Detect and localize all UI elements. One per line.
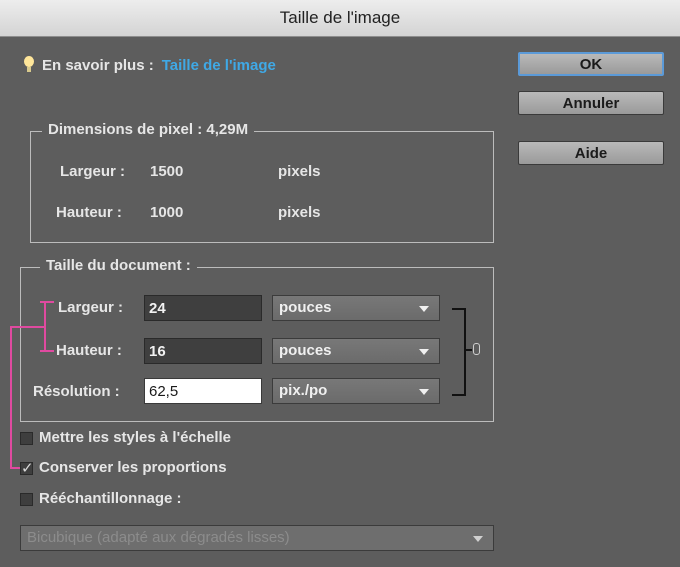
scale-styles-label: Mettre les styles à l'échelle	[39, 429, 232, 446]
document-width-unit-select[interactable]: pouces	[272, 295, 440, 321]
pixel-width-value: 1500	[150, 163, 184, 180]
document-size-legend: Taille du document :	[40, 257, 197, 274]
pixel-dimensions-size: 4,29M	[206, 121, 249, 138]
learn-more-hint: En savoir plus : Taille de l'image	[24, 56, 276, 74]
window-title-bar: Taille de l'image	[0, 0, 680, 37]
chevron-down-icon	[473, 536, 483, 542]
resolution-label: Résolution :	[33, 383, 120, 400]
pixel-width-label: Largeur :	[60, 163, 126, 180]
annotation-line-end	[10, 467, 20, 469]
constrain-proportions-label: Conserver les proportions	[39, 459, 227, 476]
resolution-field[interactable]	[144, 378, 262, 404]
checkmark-icon: ✓	[21, 460, 34, 477]
resample-method-select[interactable]: Bicubique (adapté aux dégradés lisses)	[20, 525, 494, 551]
annotation-bracket-top	[40, 301, 54, 303]
pixel-height-label: Hauteur :	[56, 204, 122, 221]
proportion-link-bracket	[452, 308, 466, 396]
annotation-bracket-bottom	[40, 350, 54, 352]
chain-link-icon	[473, 343, 480, 355]
ok-button[interactable]: OK	[518, 52, 664, 76]
annotation-connector	[10, 326, 44, 328]
document-height-label: Hauteur :	[56, 342, 122, 359]
scale-styles-checkbox[interactable]	[20, 432, 33, 445]
document-height-field[interactable]	[144, 338, 262, 364]
lightbulb-icon	[24, 56, 34, 74]
cancel-button[interactable]: Annuler	[518, 91, 664, 115]
document-height-unit-select[interactable]: pouces	[272, 338, 440, 364]
document-width-field[interactable]	[144, 295, 262, 321]
chevron-down-icon	[419, 389, 429, 395]
pixel-height-unit: pixels	[278, 204, 321, 221]
resolution-unit-select[interactable]: pix./po	[272, 378, 440, 404]
constrain-proportions-checkbox[interactable]: ✓	[20, 460, 34, 477]
document-width-label: Largeur :	[58, 299, 124, 316]
pixel-dimensions-group	[30, 131, 494, 243]
chevron-down-icon	[419, 306, 429, 312]
resample-checkbox[interactable]	[20, 493, 33, 506]
pixel-width-unit: pixels	[278, 163, 321, 180]
window-title: Taille de l'image	[279, 8, 401, 27]
proportion-link-stub	[464, 349, 472, 351]
annotation-bracket-vertical	[44, 302, 46, 352]
annotation-line-vertical	[10, 326, 12, 469]
chevron-down-icon	[419, 349, 429, 355]
resample-label: Rééchantillonnage :	[39, 490, 182, 507]
learn-more-label: En savoir plus :	[42, 56, 154, 74]
pixel-dimensions-legend: Dimensions de pixel : 4,29M	[42, 121, 255, 138]
help-button[interactable]: Aide	[518, 141, 664, 165]
pixel-height-value: 1000	[150, 204, 184, 221]
learn-more-link[interactable]: Taille de l'image	[162, 57, 276, 74]
